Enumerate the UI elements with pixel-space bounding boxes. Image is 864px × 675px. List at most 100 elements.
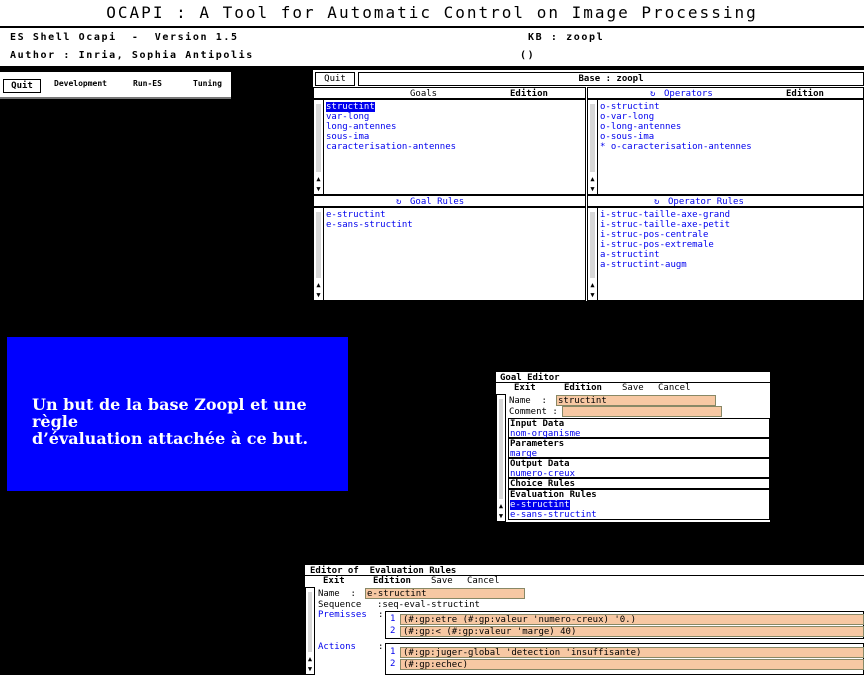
input-data-label: Input Data bbox=[510, 419, 565, 429]
goal-item[interactable]: caracterisation-antennes bbox=[326, 142, 456, 152]
operators-list: o-structint o-var-long o-long-antennes o… bbox=[600, 102, 752, 152]
scroll-down-icon[interactable]: ▼ bbox=[588, 291, 597, 300]
goal-rules-header-bar: ↻ Goal Rules bbox=[313, 195, 586, 207]
action-field[interactable]: (#:gp:echec) bbox=[400, 659, 864, 670]
operator-rule-item[interactable]: i-struc-pos-centrale bbox=[600, 230, 730, 240]
operator-item[interactable]: o-sous-ima bbox=[600, 132, 752, 142]
operator-rules-list: i-struc-taille-axe-grand i-struc-taille-… bbox=[600, 210, 730, 270]
scroll-up-icon[interactable]: ▲ bbox=[306, 655, 314, 664]
eval-name-field[interactable]: e-structint bbox=[365, 588, 525, 599]
operator-rule-item[interactable]: a-structint-augm bbox=[600, 260, 730, 270]
choice-rules-section: Choice Rules bbox=[508, 478, 770, 489]
parameters-label: Parameters bbox=[510, 439, 565, 449]
premisse-field[interactable]: (#:gp:< (#:gp:valeur 'marge) 40) bbox=[400, 626, 864, 637]
scroll-up-icon[interactable]: ▲ bbox=[314, 175, 323, 184]
info-bar: ES Shell Ocapi - Version 1.5 Author : In… bbox=[0, 28, 864, 66]
goal-editor-exit[interactable]: Exit bbox=[514, 383, 536, 393]
operator-rules-header-bar: ↻ Operator Rules bbox=[587, 195, 864, 207]
goals-scrollbar[interactable]: ▲ ▼ bbox=[314, 100, 324, 194]
action-field[interactable]: (#:gp:juger-global 'detection 'insuffisa… bbox=[400, 647, 864, 658]
shell-version: ES Shell Ocapi - Version 1.5 bbox=[10, 32, 239, 43]
goal-editor-edition[interactable]: Edition bbox=[564, 383, 602, 393]
operator-item[interactable]: o-structint bbox=[600, 102, 752, 112]
eval-editor-save[interactable]: Save bbox=[431, 576, 453, 586]
scroll-up-icon[interactable]: ▲ bbox=[588, 175, 597, 184]
operator-item[interactable]: o-var-long bbox=[600, 112, 752, 122]
goal-comment-label: Comment : bbox=[509, 407, 558, 417]
operators-header-bar: ↻ Operators Edition bbox=[587, 87, 864, 99]
goal-rules-scrollbar[interactable]: ▲ ▼ bbox=[314, 208, 324, 300]
action-number: 1 bbox=[390, 647, 396, 657]
scroll-down-icon[interactable]: ▼ bbox=[497, 512, 505, 521]
main-quit-button[interactable]: Quit bbox=[3, 79, 41, 93]
goal-item[interactable]: sous-ima bbox=[326, 132, 456, 142]
kb-paren: () bbox=[520, 50, 536, 61]
author-info: Author : Inria, Sophia Antipolis bbox=[10, 50, 254, 61]
goals-list: structint var-long long-antennes sous-im… bbox=[326, 102, 456, 152]
goal-rule-item[interactable]: e-structint bbox=[326, 210, 413, 220]
operator-rule-item[interactable]: i-struc-taille-axe-petit bbox=[600, 220, 730, 230]
goal-editor-save[interactable]: Save bbox=[622, 383, 644, 393]
actions-colon: : bbox=[378, 642, 384, 652]
eval-editor-cancel[interactable]: Cancel bbox=[467, 576, 500, 586]
parameters-section: Parameters marge bbox=[508, 438, 770, 459]
operator-rules-scrollbar[interactable]: ▲ ▼ bbox=[588, 208, 598, 300]
action-number: 2 bbox=[390, 659, 396, 669]
scroll-down-icon[interactable]: ▼ bbox=[306, 665, 314, 674]
goal-item-selected[interactable]: structint bbox=[326, 102, 375, 112]
app-title: OCAPI : A Tool for Automatic Control on … bbox=[0, 0, 864, 27]
scroll-up-icon[interactable]: ▲ bbox=[497, 502, 505, 511]
eval-editor-scrollbar[interactable]: ▲ ▼ bbox=[305, 587, 315, 675]
goal-rules-list: e-structint e-sans-structint bbox=[326, 210, 413, 230]
caption-text: Un but de la base Zoopl et une règle d’é… bbox=[32, 396, 332, 447]
scroll-up-icon[interactable]: ▲ bbox=[588, 281, 597, 290]
evaluation-rules-editor: Editor of Evaluation Rules Exit Edition … bbox=[305, 565, 864, 675]
actions-box: 1 (#:gp:juger-global 'detection 'insuffi… bbox=[385, 643, 864, 675]
eval-name-label: Name : bbox=[318, 589, 356, 599]
sequence-value[interactable]: :seq-eval-structint bbox=[377, 600, 480, 610]
operator-rule-item[interactable]: i-struc-pos-extremale bbox=[600, 240, 730, 250]
goal-item[interactable]: var-long bbox=[326, 112, 456, 122]
eval-editor-exit[interactable]: Exit bbox=[323, 576, 345, 586]
operator-item[interactable]: * o-caracterisation-antennes bbox=[600, 142, 752, 152]
evaluation-rule-item[interactable]: e-sans-structint bbox=[510, 510, 597, 520]
goal-editor-scrollbar[interactable]: ▲ ▼ bbox=[496, 394, 506, 522]
scroll-down-icon[interactable]: ▼ bbox=[314, 291, 323, 300]
eval-editor-edition[interactable]: Edition bbox=[373, 576, 411, 586]
output-data-label: Output Data bbox=[510, 459, 570, 469]
premisses-label[interactable]: Premisses bbox=[318, 610, 367, 620]
base-title: Base : zoopl bbox=[358, 72, 864, 86]
output-data-section: Output Data numero-creux bbox=[508, 458, 770, 479]
sequence-label: Sequence bbox=[318, 600, 362, 610]
scroll-down-icon[interactable]: ▼ bbox=[588, 185, 597, 194]
premisses-box: 1 (#:gp:etre (#:gp:valeur 'numero-creux)… bbox=[385, 611, 864, 639]
scroll-down-icon[interactable]: ▼ bbox=[314, 185, 323, 194]
menu-development[interactable]: Development bbox=[54, 79, 107, 88]
choice-rules-label: Choice Rules bbox=[510, 479, 576, 489]
premisse-number: 2 bbox=[390, 626, 396, 636]
goal-rule-item[interactable]: e-sans-structint bbox=[326, 220, 413, 230]
operator-rules-pane: ▲ ▼ i-struc-taille-axe-grand i-struc-tai… bbox=[587, 207, 864, 301]
operator-item[interactable]: o-long-antennes bbox=[600, 122, 752, 132]
base-window: Quit Base : zoopl Goals Edition ↻ Operat… bbox=[313, 70, 864, 301]
operator-rule-item[interactable]: a-structint bbox=[600, 250, 730, 260]
menu-tuning[interactable]: Tuning bbox=[193, 79, 222, 88]
goal-editor-cancel[interactable]: Cancel bbox=[658, 383, 691, 393]
caption-box: Un but de la base Zoopl et une règle d’é… bbox=[7, 337, 348, 491]
premisse-number: 1 bbox=[390, 614, 396, 624]
goal-comment-field[interactable] bbox=[562, 406, 722, 417]
operator-rule-item[interactable]: i-struc-taille-axe-grand bbox=[600, 210, 730, 220]
base-quit-button[interactable]: Quit bbox=[315, 72, 355, 86]
premisse-field[interactable]: (#:gp:etre (#:gp:valeur 'numero-creux) '… bbox=[400, 614, 864, 625]
main-menu: Quit Development Run-ES Tuning bbox=[0, 72, 231, 99]
operators-scrollbar[interactable]: ▲ ▼ bbox=[588, 100, 598, 194]
goal-name-field[interactable]: structint bbox=[556, 395, 716, 406]
actions-label[interactable]: Actions bbox=[318, 642, 356, 652]
caption-line-2: d’évaluation attachée à ce but. bbox=[32, 429, 309, 448]
goal-item[interactable]: long-antennes bbox=[326, 122, 456, 132]
goal-editor-window: Goal Editor Exit Edition Save Cancel ▲ ▼… bbox=[496, 372, 770, 522]
scroll-up-icon[interactable]: ▲ bbox=[314, 281, 323, 290]
input-data-section: Input Data nom-organisme bbox=[508, 418, 770, 439]
menu-run-es[interactable]: Run-ES bbox=[133, 79, 162, 88]
evaluation-rule-selected[interactable]: e-structint bbox=[510, 500, 570, 510]
